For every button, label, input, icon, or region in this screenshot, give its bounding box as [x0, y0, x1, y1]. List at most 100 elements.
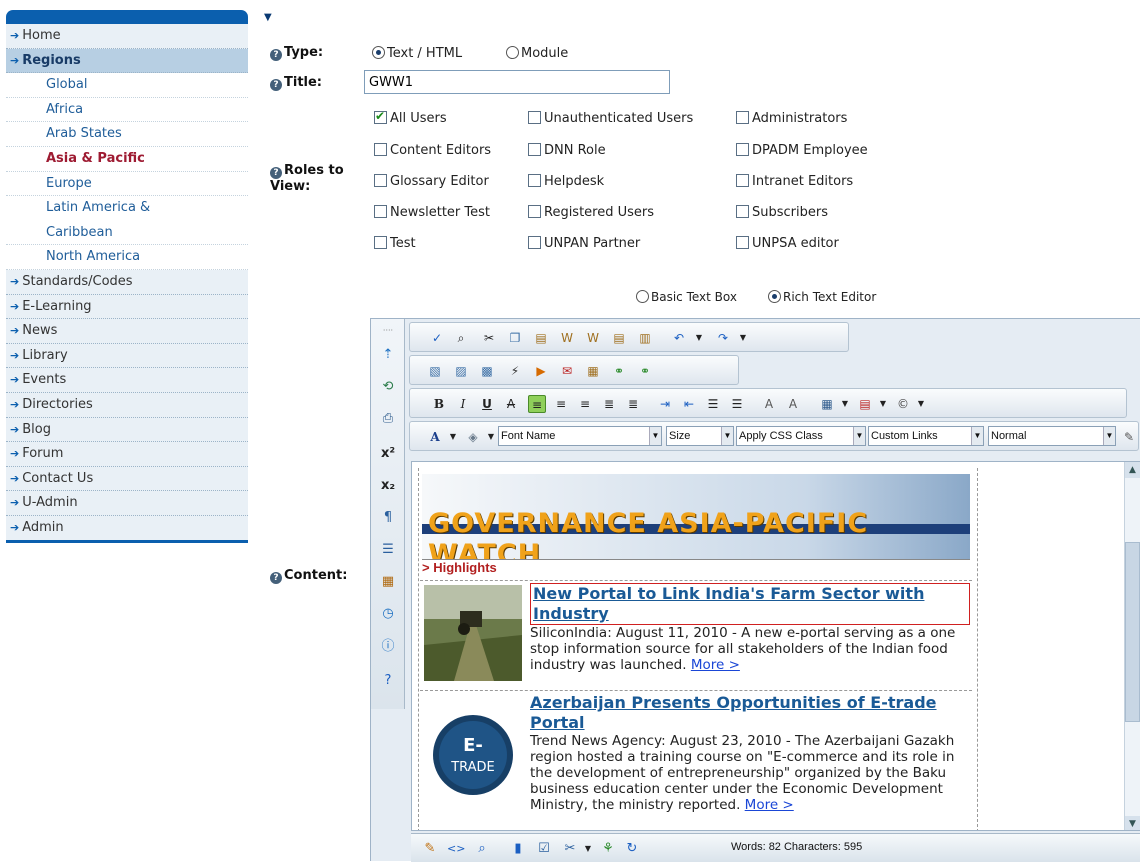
role-dnn-role[interactable]: DNN Role	[528, 143, 606, 158]
print-icon[interactable]: ⎙	[378, 409, 398, 429]
underline-icon[interactable]: U	[478, 395, 496, 413]
cut-icon[interactable]: ✂	[480, 329, 498, 347]
justify-icon[interactable]: ≣	[600, 395, 618, 413]
checkbox-icon[interactable]	[736, 111, 749, 124]
role-content-editors[interactable]: Content Editors	[374, 143, 491, 158]
sidebar-item-library[interactable]: ➔ Library	[6, 344, 248, 369]
checkbox-icon[interactable]	[528, 236, 541, 249]
role-helpdesk[interactable]: Helpdesk	[528, 174, 604, 189]
insert-paragraph-icon[interactable]: ¶	[378, 508, 398, 528]
preview-icon[interactable]: ⌕	[473, 840, 491, 858]
type-option-text-html[interactable]: Text / HTML	[372, 46, 462, 61]
xhtml-validator-icon[interactable]: ⚘	[599, 840, 617, 858]
help-icon[interactable]: ?	[270, 167, 282, 179]
template-icon[interactable]: ▦	[584, 362, 602, 380]
sidebar-subitem-caribbean[interactable]: Caribbean	[6, 220, 248, 246]
format-painter-icon[interactable]: ✎	[1120, 428, 1138, 446]
refresh-icon[interactable]: ↻	[623, 840, 641, 858]
sidebar-item-events[interactable]: ➔ Events	[6, 368, 248, 393]
insert-date-icon[interactable]: ▦	[378, 572, 398, 592]
mode-rich-text-editor[interactable]: Rich Text Editor	[768, 290, 876, 304]
remove-link-icon[interactable]: ⚭	[636, 362, 654, 380]
sidebar-item-admin[interactable]: ➔ Admin	[6, 516, 248, 541]
checkbox-icon[interactable]	[374, 174, 387, 187]
role-registered-users[interactable]: Registered Users	[528, 205, 654, 220]
sidebar-item-u-admin[interactable]: ➔ U-Admin	[6, 491, 248, 516]
scroll-up-icon[interactable]: ▲	[1125, 462, 1140, 478]
paste-html-icon[interactable]: ▥	[636, 329, 654, 347]
mode-basic-text-box[interactable]: Basic Text Box	[636, 290, 737, 304]
radio-icon[interactable]	[506, 46, 519, 59]
vertical-scrollbar[interactable]: ▲ ▼	[1124, 462, 1140, 830]
module-manager-icon[interactable]: ▮	[509, 840, 527, 858]
superscript-icon[interactable]: x²	[378, 444, 398, 464]
form-icon[interactable]: ☑	[535, 840, 553, 858]
strikethrough-icon[interactable]: A	[502, 395, 520, 413]
sidebar-subitem-asia-pacific[interactable]: Asia & Pacific	[6, 146, 248, 172]
document-manager-icon[interactable]: ✉	[558, 362, 576, 380]
format-text-icon[interactable]: A	[760, 395, 778, 413]
italic-icon[interactable]: I	[454, 395, 472, 413]
numbered-list-icon[interactable]: ☰	[704, 395, 722, 413]
insert-time-icon[interactable]: ◷	[378, 604, 398, 624]
sidebar-item-home[interactable]: ➔ Home	[6, 24, 248, 49]
checkbox-icon[interactable]	[374, 143, 387, 156]
outdent-icon[interactable]: ⇤	[680, 395, 698, 413]
radio-icon[interactable]	[768, 290, 781, 303]
sidebar-subitem-north-america[interactable]: North America	[6, 245, 248, 270]
image-manager-icon[interactable]: ▧	[426, 362, 444, 380]
radio-icon[interactable]	[372, 46, 385, 59]
role-administrators[interactable]: Administrators	[736, 111, 847, 126]
list-icon[interactable]: ☰	[378, 540, 398, 560]
paragraph-style-select[interactable]: Normal ▼	[988, 426, 1116, 446]
scroll-down-icon[interactable]: ▼	[1125, 816, 1140, 830]
sidebar-item-contact[interactable]: ➔ Contact Us	[6, 467, 248, 492]
html-mode-icon[interactable]: <>	[447, 840, 465, 858]
redo-icon[interactable]: ↷	[714, 329, 732, 347]
paste-word-clean-icon[interactable]: W	[584, 329, 602, 347]
snippet-dropdown-icon[interactable]: ▼	[874, 395, 892, 413]
checkbox-icon[interactable]	[528, 111, 541, 124]
checkbox-icon[interactable]	[736, 236, 749, 249]
snippet-icon[interactable]: ▤	[856, 395, 874, 413]
refresh-icon[interactable]: ⟲	[378, 377, 398, 397]
more-link[interactable]: More >	[691, 657, 740, 673]
checkbox-icon[interactable]	[736, 205, 749, 218]
fore-color-dropdown-icon[interactable]: ▼	[444, 428, 462, 446]
collapse-triangle-icon[interactable]: ▼	[264, 12, 272, 23]
special-chars-icon[interactable]: ©	[894, 395, 912, 413]
sidebar-subitem-latin-america[interactable]: Latin America &	[6, 196, 248, 221]
role-intranet-editors[interactable]: Intranet Editors	[736, 174, 853, 189]
align-left-icon[interactable]: ≡	[528, 395, 546, 413]
checkbox-icon[interactable]	[736, 143, 749, 156]
undo-icon[interactable]: ↶	[670, 329, 688, 347]
story-headline-link[interactable]: Azerbaijan Presents Opportunities of E-t…	[530, 693, 970, 733]
media-icon[interactable]: ▶	[532, 362, 550, 380]
radio-icon[interactable]	[636, 290, 649, 303]
tools-dropdown-icon[interactable]: ▼	[579, 840, 597, 858]
role-glossary-editor[interactable]: Glossary Editor	[374, 174, 489, 189]
subscript-icon[interactable]: x₂	[378, 476, 398, 496]
sidebar-item-standards[interactable]: ➔ Standards/Codes	[6, 270, 248, 295]
sidebar-item-elearning[interactable]: ➔ E-Learning	[6, 295, 248, 320]
paste-plain-icon[interactable]: ▤	[610, 329, 628, 347]
help-icon[interactable]: ?	[270, 572, 282, 584]
move-icon[interactable]: ⇡	[378, 345, 398, 365]
role-test[interactable]: Test	[374, 236, 416, 251]
sidebar-subitem-arab-states[interactable]: Arab States	[6, 122, 248, 147]
paste-word-icon[interactable]: W	[558, 329, 576, 347]
redo-dropdown-icon[interactable]: ▼	[734, 329, 752, 347]
design-mode-icon[interactable]: ✎	[421, 840, 439, 858]
indent-icon[interactable]: ⇥	[656, 395, 674, 413]
type-option-module[interactable]: Module	[506, 46, 568, 61]
clear-format-icon[interactable]: A	[784, 395, 802, 413]
sidebar-subitem-africa[interactable]: Africa	[6, 97, 248, 123]
back-color-icon[interactable]: ◈	[464, 428, 482, 446]
flash-icon[interactable]: ⚡	[506, 362, 524, 380]
sidebar-item-forum[interactable]: ➔ Forum	[6, 442, 248, 467]
sidebar-subitem-global[interactable]: Global	[6, 73, 248, 98]
special-chars-dropdown-icon[interactable]: ▼	[912, 395, 930, 413]
bold-icon[interactable]: B	[430, 395, 448, 413]
custom-links-select[interactable]: Custom Links ▼	[868, 426, 984, 446]
help-icon[interactable]: ?	[270, 49, 282, 61]
